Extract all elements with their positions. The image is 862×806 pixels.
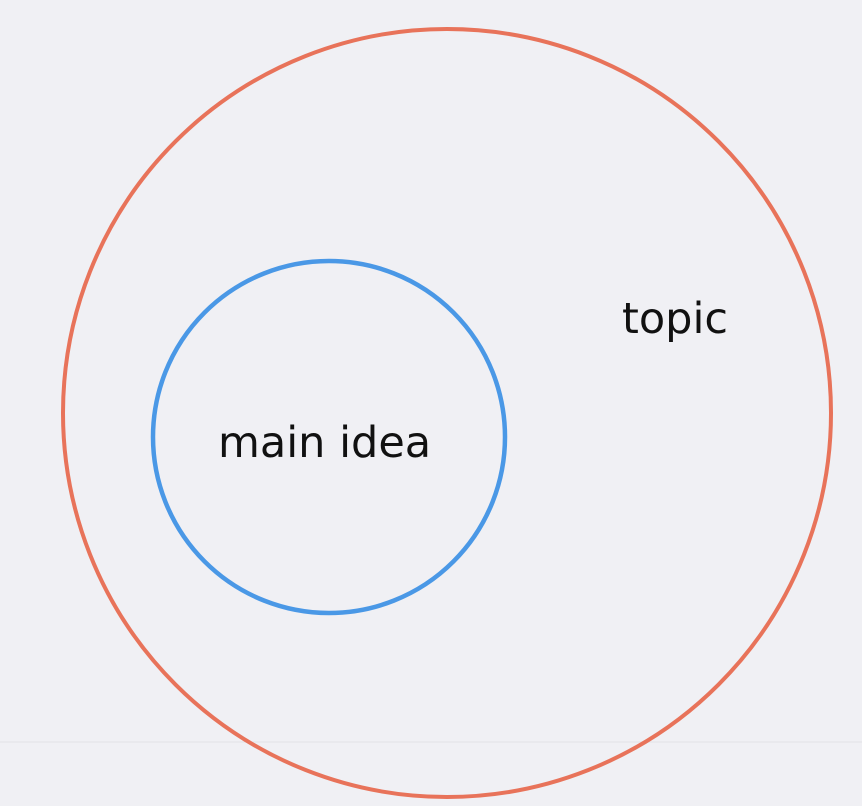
topic-circle (61, 27, 833, 799)
topic-label: topic (622, 294, 728, 344)
venn-diagram: topic main idea (0, 27, 862, 799)
main-idea-label: main idea (218, 418, 431, 468)
